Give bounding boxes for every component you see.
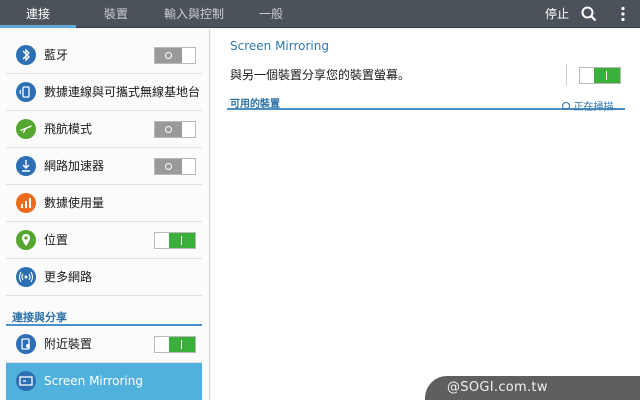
available-devices-header: 可用的裝置 正在掃描... (227, 94, 625, 113)
scanning-spinner-icon (562, 101, 571, 110)
sidebar-item-data-usage[interactable]: 數據使用量 (6, 185, 202, 222)
search-icon[interactable] (580, 5, 598, 23)
section-header-connect-share: 連接與分享 (6, 308, 202, 326)
sidebar-item-more-networks[interactable]: 更多網路 (6, 259, 202, 296)
sidebar-item-airplane-mode[interactable]: 飛航模式 (6, 111, 202, 148)
sidebar-item-bluetooth[interactable]: 藍牙 (6, 37, 202, 74)
tethering-icon (16, 82, 36, 102)
watermark: @SOGI.com.tw (425, 376, 640, 400)
sidebar-item-location[interactable]: 位置 (6, 222, 202, 259)
nearby-devices-switch[interactable] (154, 336, 196, 353)
section-title: 連接與分享 (12, 311, 67, 324)
page-title: Screen Mirroring (230, 39, 329, 53)
airplane-icon (16, 119, 36, 139)
download-booster-icon (16, 156, 36, 176)
mirroring-toggle-row[interactable]: 與另一個裝置分享您的裝置螢幕。 (230, 64, 626, 86)
tab-device[interactable]: 裝置 (78, 0, 154, 28)
divider (566, 64, 567, 86)
sidebar-item-label: 附近裝置 (44, 337, 93, 351)
screen-mirroring-switch[interactable] (579, 67, 621, 84)
sidebar-item-label: 藍牙 (44, 48, 69, 62)
location-icon (16, 230, 36, 250)
sidebar-item-tethering[interactable]: 數據連線與可攜式無線基地台 (6, 74, 202, 111)
screen-mirroring-panel: Screen Mirroring 與另一個裝置分享您的裝置螢幕。 可用的裝置 正… (211, 29, 640, 400)
tab-controls[interactable]: 輸入與控制 (154, 0, 234, 28)
tab-general[interactable]: 一般 (236, 0, 306, 28)
more-vert-icon[interactable] (614, 5, 632, 23)
sidebar-item-label: 數據使用量 (44, 196, 105, 210)
data-usage-icon (16, 193, 36, 213)
settings-sidebar: 藍牙 數據連線與可攜式無線基地台 飛航模式 網路加速器 數據使用量 位置 更多網… (0, 29, 210, 400)
bluetooth-switch[interactable] (154, 47, 196, 64)
scanning-label: 正在掃描... (573, 102, 623, 113)
screen-mirroring-icon (16, 371, 36, 391)
airplane-mode-switch[interactable] (154, 121, 196, 138)
sidebar-item-nearby-devices[interactable]: 附近裝置 (6, 326, 202, 363)
sidebar-item-label: 位置 (44, 233, 69, 247)
nearby-devices-icon (16, 334, 36, 354)
top-tab-bar: 連接 裝置 輸入與控制 一般 停止 (0, 0, 640, 28)
stop-button[interactable]: 停止 (538, 0, 576, 28)
download-booster-switch[interactable] (154, 158, 196, 175)
bluetooth-icon (16, 45, 36, 65)
more-networks-icon (16, 267, 36, 287)
sidebar-item-label: 數據連線與可攜式無線基地台 (44, 85, 201, 99)
available-devices-label: 可用的裝置 (230, 99, 280, 110)
mirroring-description: 與另一個裝置分享您的裝置螢幕。 (230, 68, 411, 82)
watermark-text: @SOGI.com.tw (447, 380, 548, 395)
sidebar-item-screen-mirroring[interactable]: Screen Mirroring (6, 363, 202, 400)
sidebar-item-label: Screen Mirroring (44, 374, 143, 388)
sidebar-item-label: 網路加速器 (44, 159, 105, 173)
scanning-status: 正在掃描... (562, 95, 623, 113)
sidebar-item-label: 更多網路 (44, 270, 93, 284)
sidebar-item-label: 飛航模式 (44, 122, 93, 136)
location-switch[interactable] (154, 232, 196, 249)
sidebar-item-download-booster[interactable]: 網路加速器 (6, 148, 202, 185)
tab-connections[interactable]: 連接 (0, 0, 76, 28)
